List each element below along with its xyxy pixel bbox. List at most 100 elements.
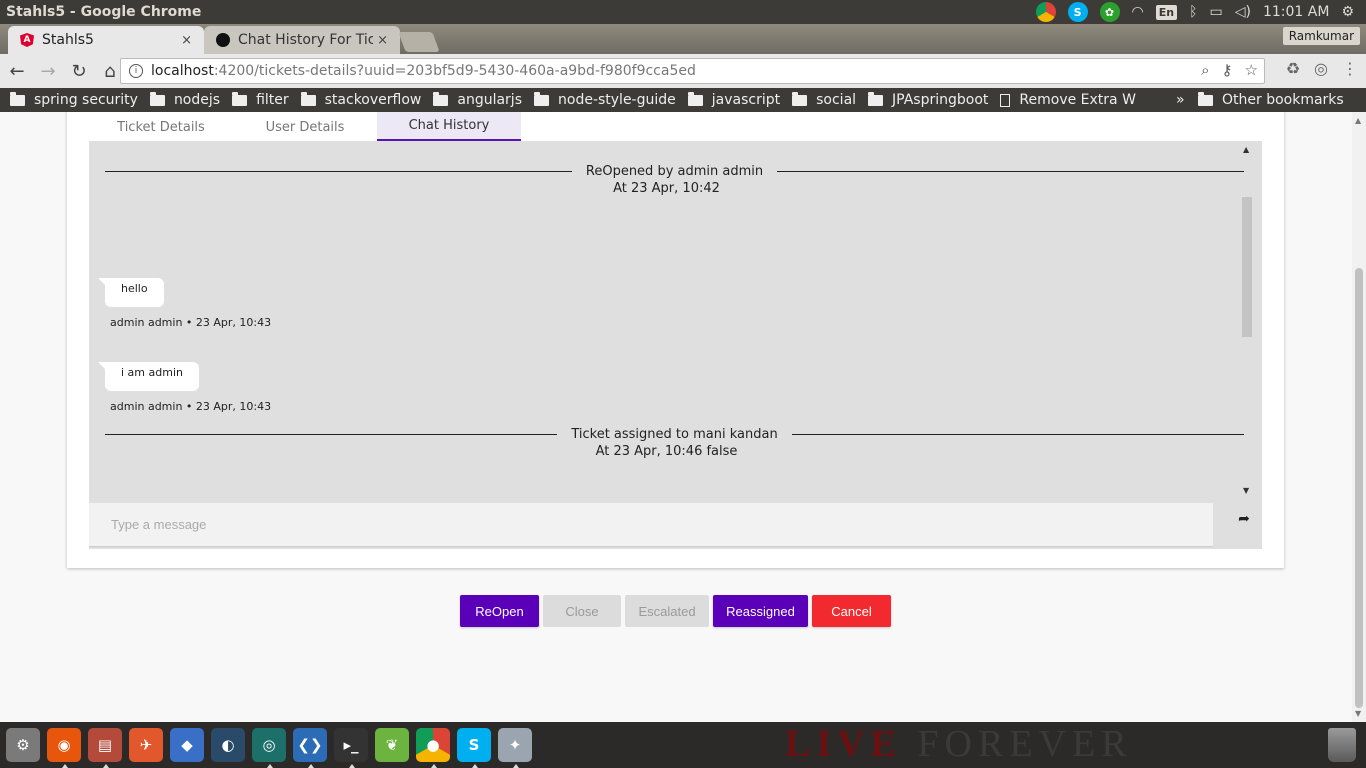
scroll-down-arrow-icon[interactable]: ▼	[1355, 709, 1361, 718]
browser-tab-stahls5[interactable]: A Stahls5 ×	[8, 26, 204, 54]
browser-tab-strip: A Stahls5 × Chat History For Tic × Ramku…	[0, 24, 1366, 54]
gitkraken-icon[interactable]: ◎	[252, 728, 286, 768]
star-bookmark-icon[interactable]: ☆	[1245, 61, 1258, 79]
postman-icon[interactable]: ✈	[129, 728, 163, 762]
ticket-actions: ReOpen Close Escalated Reassigned Cancel	[460, 595, 891, 627]
bookmark-folder[interactable]: filter	[232, 91, 289, 108]
page-scrollbar[interactable]: ▲ ▼	[1352, 112, 1366, 722]
ticket-card: Ticket Details User Details Chat History…	[67, 112, 1284, 568]
close-tab-icon[interactable]: ×	[181, 33, 192, 48]
scrollbar-thumb[interactable]	[1355, 268, 1363, 708]
send-icon[interactable]: ➦	[1234, 509, 1254, 529]
wifi-icon[interactable]: ◠	[1132, 4, 1144, 20]
other-bookmarks-folder[interactable]: Other bookmarks	[1198, 91, 1344, 108]
message-input[interactable]	[89, 503, 1213, 547]
gear-icon[interactable]: ⚙	[1341, 4, 1354, 20]
trash-icon[interactable]	[1328, 728, 1356, 762]
extension-icons: ♻ ◎ ⋮	[1286, 59, 1358, 78]
chrome-icon[interactable]: ●	[416, 728, 450, 768]
close-tab-icon[interactable]: ×	[377, 33, 388, 48]
cancel-button[interactable]: Cancel	[812, 595, 891, 627]
tab-title: Stahls5	[42, 32, 94, 48]
github-icon	[216, 33, 230, 47]
chrome-tray-icon[interactable]	[1035, 2, 1056, 22]
recycle-extension-icon[interactable]: ♻	[1286, 59, 1300, 78]
bookmark-label: node-style-guide	[558, 92, 676, 108]
bookmark-folder[interactable]: stackoverflow	[300, 91, 421, 108]
bookmark-folder[interactable]: spring security	[10, 91, 138, 108]
profile-button[interactable]: Ramkumar	[1282, 27, 1360, 45]
bookmark-label: spring security	[34, 92, 138, 108]
address-bar[interactable]: i localhost :4200/tickets-details?uuid=2…	[120, 58, 1265, 84]
key-icon[interactable]: ⚷	[1222, 61, 1233, 79]
chat-message-bubble: hello	[98, 278, 164, 307]
system-settings-icon[interactable]: ⚙	[6, 728, 40, 762]
browser-toolbar: ← → ↻ ⌂ i localhost :4200/tickets-detail…	[0, 54, 1366, 88]
scroll-up-arrow-icon[interactable]: ▲	[1243, 145, 1249, 154]
bookmark-label: social	[816, 92, 857, 108]
mysql-workbench-icon[interactable]: ◐	[211, 728, 245, 762]
skype-tray-icon[interactable]: S	[1067, 2, 1088, 22]
tab-user-details[interactable]: User Details	[233, 112, 377, 141]
bookmarks-bar: spring security nodejs filter stackoverf…	[0, 88, 1366, 112]
tab-ticket-details[interactable]: Ticket Details	[89, 112, 233, 141]
clock[interactable]: 11:01 AM	[1263, 4, 1329, 20]
spring-tool-suite-icon[interactable]: ❦	[375, 728, 409, 762]
folder-icon	[687, 91, 703, 106]
volume-icon[interactable]: ◁)	[1235, 4, 1251, 20]
firefox-icon[interactable]: ◉	[47, 728, 81, 768]
tab-title: Chat History For Tic	[238, 32, 374, 48]
terminal-icon[interactable]: ▸_	[334, 728, 368, 768]
bookmark-page[interactable]: Remove Extra W	[1000, 92, 1136, 108]
battery-icon[interactable]: ▭	[1210, 4, 1223, 20]
bluetooth-icon[interactable]: ᛒ	[1189, 4, 1197, 20]
close-button[interactable]: Close	[543, 595, 621, 627]
back-arrow-icon[interactable]: ←	[3, 57, 31, 85]
bookmark-label: angularjs	[457, 92, 522, 108]
reassigned-button[interactable]: Reassigned	[713, 595, 808, 627]
scrollbar-thumb[interactable]	[1242, 197, 1252, 337]
scroll-up-arrow-icon[interactable]: ▲	[1355, 116, 1361, 125]
bookmark-folder[interactable]: javascript	[687, 91, 780, 108]
info-icon[interactable]: i	[129, 64, 143, 78]
angular-icon: A	[20, 33, 34, 47]
vscode-icon[interactable]: ❮❯	[293, 728, 327, 768]
event-text: ReOpened by admin admin	[585, 164, 764, 179]
omnibox-actions: ⌕ ⚷ ☆	[1201, 61, 1258, 79]
tab-chat-history[interactable]: Chat History	[377, 112, 521, 141]
bookmark-label: Other bookmarks	[1222, 92, 1344, 108]
zoom-search-icon[interactable]: ⌕	[1201, 61, 1209, 79]
event-time: At 23 Apr, 10:42	[613, 181, 720, 196]
escalated-button[interactable]: Escalated	[625, 595, 709, 627]
folder-icon	[433, 91, 449, 106]
mongo-app-icon[interactable]: ◆	[170, 728, 204, 762]
keyboard-language-indicator[interactable]: En	[1155, 4, 1178, 20]
scroll-down-arrow-icon[interactable]: ▼	[1243, 486, 1249, 495]
bookmark-folder[interactable]: social	[792, 91, 857, 108]
target-extension-icon[interactable]: ◎	[1314, 59, 1328, 78]
bookmark-folder[interactable]: angularjs	[433, 91, 522, 108]
bookmark-label: JPAspringboot	[892, 92, 989, 108]
event-text: Ticket assigned to mani kandan	[571, 427, 778, 442]
menu-kebab-icon[interactable]: ⋮	[1342, 59, 1358, 78]
folder-icon	[534, 91, 549, 106]
files-icon[interactable]: ▤	[88, 728, 122, 768]
gimp-icon[interactable]: ✦	[498, 728, 532, 768]
bookmark-folder[interactable]: JPAspringboot	[868, 91, 989, 108]
bookmark-folder[interactable]: node-style-guide	[534, 91, 676, 108]
reopen-button[interactable]: ReOpen	[460, 595, 539, 627]
chat-message-meta: admin admin • 23 Apr, 10:43	[110, 400, 272, 413]
skype-icon[interactable]: S	[457, 728, 491, 768]
reload-icon[interactable]: ↻	[65, 57, 93, 85]
forward-arrow-icon[interactable]: →	[34, 57, 62, 85]
new-tab-button[interactable]	[398, 32, 440, 52]
browser-tab-chat-history[interactable]: Chat History For Tic ×	[204, 26, 400, 54]
bookmark-folder[interactable]: nodejs	[149, 91, 220, 108]
url-host: localhost	[151, 63, 214, 79]
sync-tray-icon[interactable]: ✿	[1099, 2, 1120, 22]
chat-message-bubble: i am admin	[98, 362, 199, 391]
chat-scrollbar[interactable]: ▲ ▼	[1242, 145, 1252, 495]
folder-icon	[300, 91, 316, 106]
bookmarks-overflow-chevron[interactable]: »	[1176, 92, 1185, 108]
system-tray: S ✿ ◠ En ᛒ ▭ ◁) 11:01 AM ⚙	[1035, 0, 1366, 24]
